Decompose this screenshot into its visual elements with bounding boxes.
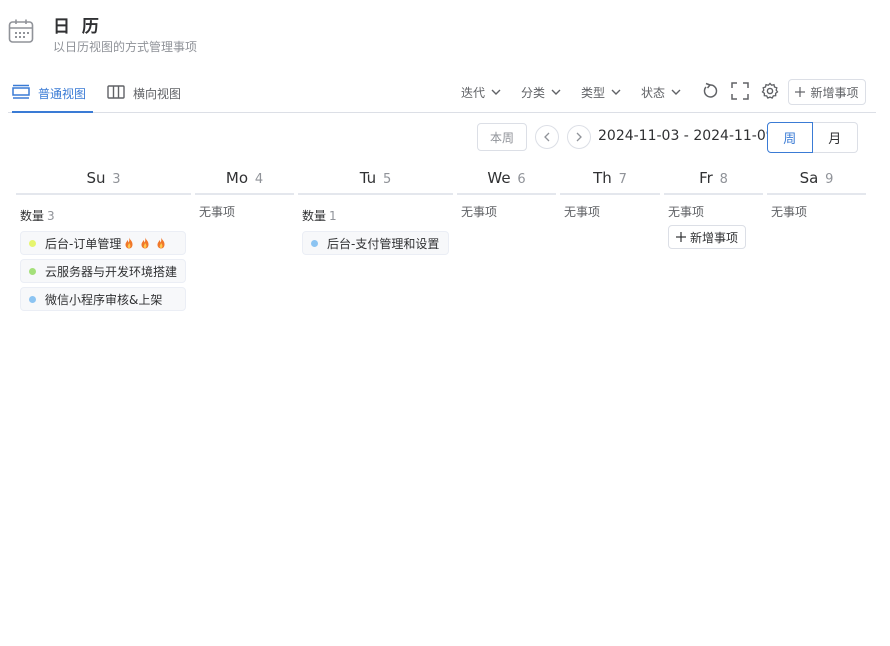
chevron-right-icon <box>576 132 582 142</box>
next-week-button[interactable] <box>567 125 591 149</box>
gear-icon[interactable] <box>761 82 779 100</box>
page-title: 日 历 <box>53 17 102 37</box>
day-name: We <box>487 169 511 187</box>
filter-type-label: 类型 <box>581 85 606 100</box>
plus-icon <box>675 232 686 242</box>
day-header: Tu 5 <box>298 166 453 195</box>
filter-category-label: 分类 <box>521 85 546 100</box>
day-number: 8 <box>719 172 728 187</box>
this-week-button[interactable]: 本周 <box>477 123 527 151</box>
mode-month-button[interactable]: 月 <box>812 122 858 153</box>
plus-icon <box>795 87 806 97</box>
filter-iteration-label: 迭代 <box>461 85 486 100</box>
event-item[interactable]: 后台-订单管理 <box>20 231 186 255</box>
empty-label: 无事项 <box>668 205 705 219</box>
day-column-mon: Mo 4 无事项 <box>195 166 294 219</box>
fullscreen-icon[interactable] <box>731 82 749 100</box>
day-header: Fr 8 <box>664 166 763 195</box>
event-item[interactable]: 微信小程序审核&上架 <box>20 287 186 311</box>
fire-icon <box>141 237 149 249</box>
fire-icon <box>157 237 165 249</box>
filter-iteration[interactable]: 迭代 <box>461 82 501 102</box>
day-number: 3 <box>112 172 121 187</box>
day-header: We 6 <box>457 166 556 195</box>
tab-normal-view-label: 普通视图 <box>38 87 87 101</box>
event-dot <box>311 239 318 247</box>
day-column-thu: Th 7 无事项 <box>560 166 660 219</box>
filter-status-label: 状态 <box>641 85 666 100</box>
event-title: 云服务器与开发环境搭建 <box>45 264 178 279</box>
event-title: 后台-订单管理 <box>45 236 122 251</box>
empty-label: 无事项 <box>461 205 498 219</box>
filter-type[interactable]: 类型 <box>581 82 621 102</box>
day-name: Sa <box>799 169 819 187</box>
chevron-down-icon <box>491 89 501 95</box>
list-view-icon <box>12 84 30 99</box>
day-column-fri: Fr 8 无事项 新增事项 <box>664 166 763 249</box>
day-name: Th <box>593 169 612 187</box>
day-name: Fr <box>699 169 713 187</box>
calendar-icon <box>8 19 34 43</box>
filter-status[interactable]: 状态 <box>641 82 681 102</box>
event-item[interactable]: 云服务器与开发环境搭建 <box>20 259 186 283</box>
empty-label: 无事项 <box>771 205 808 219</box>
count-label: 数量 <box>302 209 327 223</box>
day-column-sun: Su 3 数量 3 后台-订单管理 云服务器与开发环境搭建 微信小程序审核&上架 <box>16 166 191 315</box>
chevron-down-icon <box>611 89 621 95</box>
prev-week-button[interactable] <box>535 125 559 149</box>
chevron-left-icon <box>544 132 550 142</box>
fire-icon <box>125 237 133 249</box>
day-number: 7 <box>618 172 627 187</box>
event-item[interactable]: 后台-支付管理和设置 <box>302 231 449 255</box>
view-mode-toggle: 周 月 <box>767 122 858 153</box>
tab-normal-view[interactable]: 普通视图 <box>12 84 93 113</box>
columns-view-icon <box>107 85 125 99</box>
day-number: 5 <box>382 172 392 187</box>
chevron-down-icon <box>551 89 561 95</box>
date-range: 2024-11-03 - 2024-11-09 <box>598 128 775 144</box>
view-toolbar: 普通视图 横向视图 迭代 分类 类型 状态 新增事项 <box>8 78 876 113</box>
filter-category[interactable]: 分类 <box>521 82 561 102</box>
mode-week-button[interactable]: 周 <box>767 122 813 153</box>
add-item-button[interactable]: 新增事项 <box>668 225 746 249</box>
empty-label: 无事项 <box>564 205 601 219</box>
add-item-button[interactable]: 新增事项 <box>788 79 866 105</box>
day-header: Su 3 <box>16 166 191 195</box>
day-header: Sa 9 <box>767 166 866 195</box>
page-header: 日 历 以日历视图的方式管理事项 <box>8 10 408 60</box>
event-dot <box>29 295 36 303</box>
add-item-button-label: 新增事项 <box>810 85 859 100</box>
week-navigation: 本周 2024-11-03 - 2024-11-09 周 月 <box>0 122 890 154</box>
item-count: 数量 1 <box>302 207 453 225</box>
count-value: 1 <box>329 209 337 223</box>
tab-horizontal-view[interactable]: 横向视图 <box>107 84 187 113</box>
day-number: 9 <box>825 172 834 187</box>
event-title: 微信小程序审核&上架 <box>45 292 163 307</box>
day-header: Th 7 <box>560 166 660 195</box>
add-item-label: 新增事项 <box>689 230 738 245</box>
day-name: Tu <box>359 169 377 187</box>
count-value: 3 <box>47 209 55 223</box>
event-title: 后台-支付管理和设置 <box>327 236 440 251</box>
day-column-sat: Sa 9 无事项 <box>767 166 866 219</box>
chevron-down-icon <box>671 89 681 95</box>
event-dot <box>29 239 36 247</box>
empty-label: 无事项 <box>199 205 236 219</box>
day-name: Su <box>86 169 106 187</box>
tab-horizontal-view-label: 横向视图 <box>133 87 182 101</box>
day-name: Mo <box>225 169 249 187</box>
day-number: 6 <box>517 172 526 187</box>
day-number: 4 <box>254 172 264 187</box>
page-subtitle: 以日历视图的方式管理事项 <box>53 40 198 54</box>
refresh-icon[interactable] <box>701 82 719 100</box>
item-count: 数量 3 <box>20 207 191 225</box>
day-column-wed: We 6 无事项 <box>457 166 556 219</box>
count-label: 数量 <box>20 209 45 223</box>
day-column-tue: Tu 5 数量 1 后台-支付管理和设置 <box>298 166 453 259</box>
day-header: Mo 4 <box>195 166 294 195</box>
event-dot <box>29 267 36 275</box>
